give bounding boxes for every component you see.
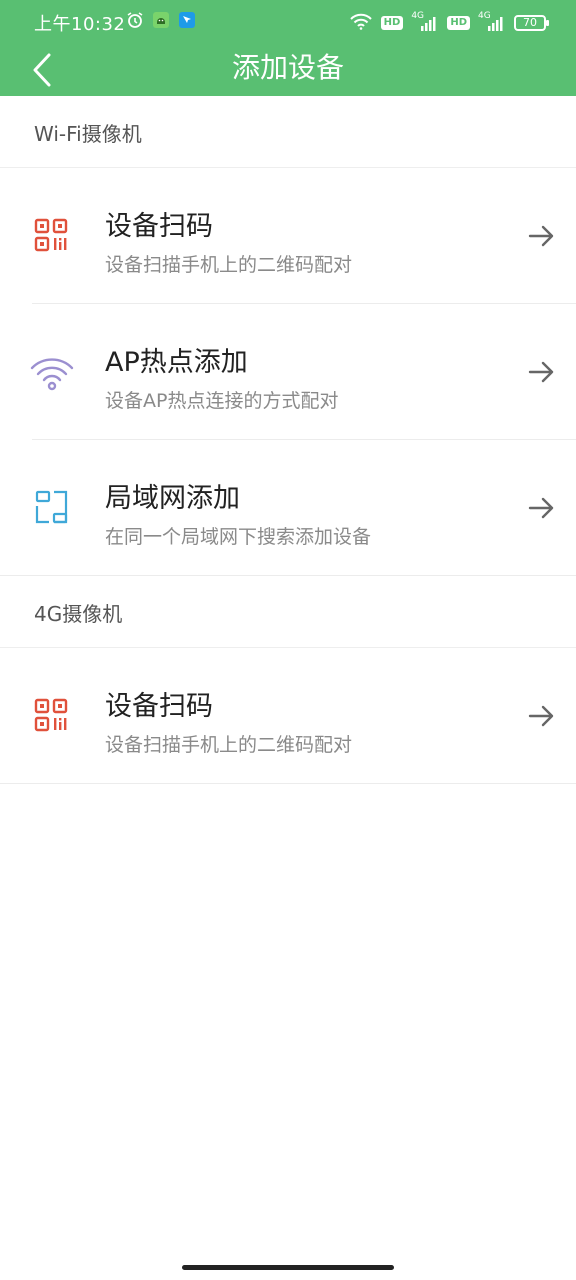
arrow-right-icon xyxy=(528,704,556,728)
row-divider xyxy=(0,783,576,784)
status-time: 上午10:32 xyxy=(34,14,126,35)
wifi-icon xyxy=(30,350,74,394)
wifi-icon xyxy=(349,12,373,34)
signal-icon-2: 4G xyxy=(478,11,506,32)
item-subtitle: 在同一个局域网下搜索添加设备 xyxy=(105,526,372,548)
item-title: 局域网添加 xyxy=(105,483,240,514)
cursor-app-icon xyxy=(178,11,196,29)
arrow-right-icon xyxy=(528,360,556,384)
list-item-wifi-scan[interactable]: 设备扫码 设备扫描手机上的二维码配对 xyxy=(0,168,576,304)
status-right-icons: HD 4G HD 4G 70 xyxy=(349,11,549,34)
arrow-right-icon xyxy=(528,496,556,520)
section-title: Wi-Fi摄像机 xyxy=(34,122,142,146)
list-item-lan[interactable]: 局域网添加 在同一个局域网下搜索添加设备 xyxy=(0,440,576,576)
list-item-ap-hotspot[interactable]: AP热点添加 设备AP热点连接的方式配对 xyxy=(0,304,576,440)
battery-icon: 70 xyxy=(514,15,549,31)
item-subtitle: 设备AP热点连接的方式配对 xyxy=(105,390,339,412)
arrow-right-icon xyxy=(528,224,556,248)
section-header-4g: 4G摄像机 xyxy=(0,576,576,648)
hd-badge-1: HD xyxy=(380,16,404,30)
status-left-icons xyxy=(126,11,196,29)
qr-code-icon xyxy=(30,214,74,258)
signal-icon-1: 4G xyxy=(411,11,439,32)
qr-code-icon xyxy=(30,694,74,738)
item-subtitle: 设备扫描手机上的二维码配对 xyxy=(105,254,353,276)
status-bar: 上午10:32 HD 4G HD 4G 70 xyxy=(0,0,576,44)
hd-badge-2: HD xyxy=(447,16,470,30)
alarm-icon xyxy=(126,11,144,29)
lan-icon xyxy=(30,486,74,530)
item-title: 设备扫码 xyxy=(105,211,213,242)
item-subtitle: 设备扫描手机上的二维码配对 xyxy=(105,734,353,756)
android-app-icon xyxy=(152,11,170,29)
section-title: 4G摄像机 xyxy=(34,602,123,626)
back-button[interactable] xyxy=(20,48,64,92)
item-title: AP热点添加 xyxy=(105,347,248,378)
list-item-4g-scan[interactable]: 设备扫码 设备扫描手机上的二维码配对 xyxy=(0,648,576,784)
chevron-left-icon xyxy=(33,53,51,87)
page-title: 添加设备 xyxy=(231,51,344,84)
app-bar: 添加设备 xyxy=(0,44,576,96)
section-header-wifi: Wi-Fi摄像机 xyxy=(0,96,576,168)
item-title: 设备扫码 xyxy=(105,691,213,722)
home-indicator[interactable] xyxy=(182,1265,394,1270)
